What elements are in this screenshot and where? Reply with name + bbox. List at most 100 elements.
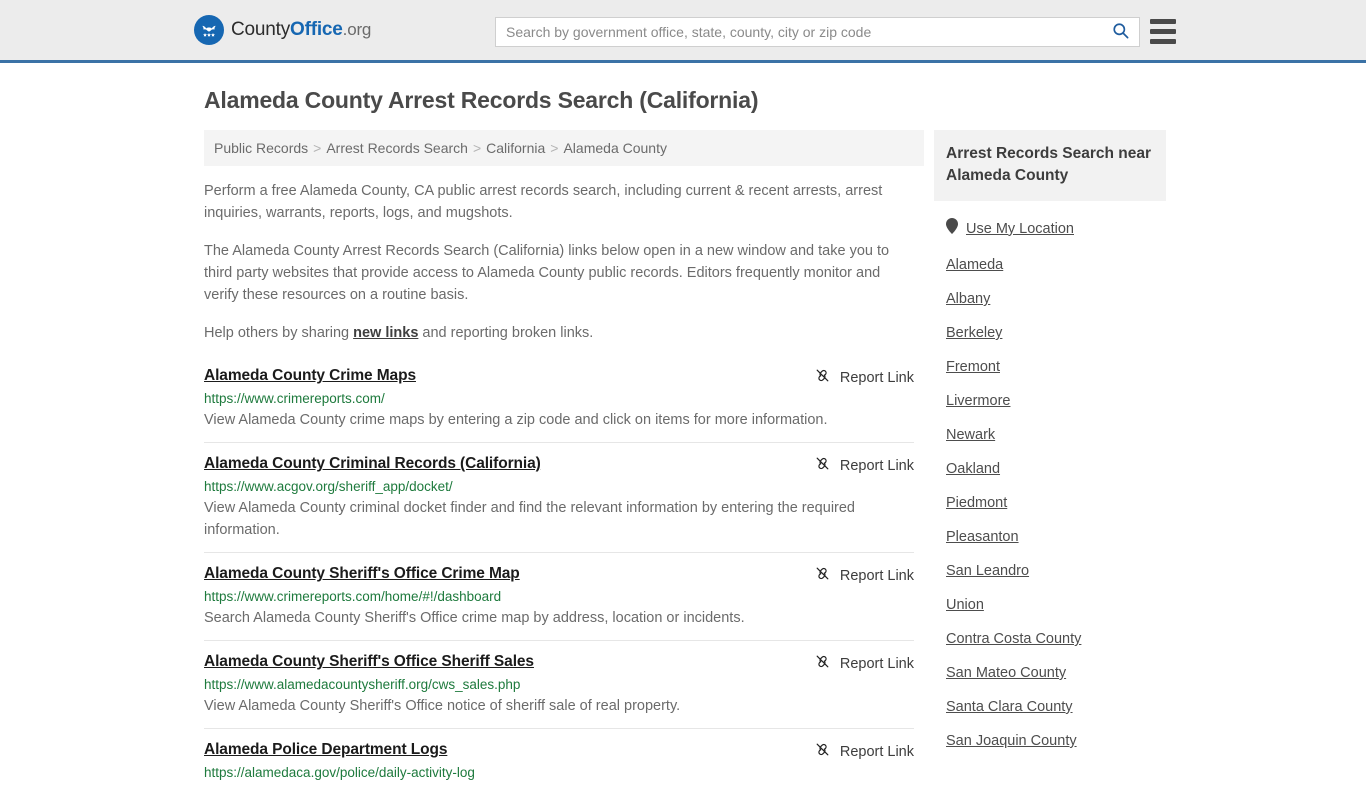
breadcrumb-item-1[interactable]: Public Records (214, 140, 308, 156)
sidebar-item-san-leandro[interactable]: San Leandro (934, 554, 1166, 588)
sidebar-item-albany[interactable]: Albany (934, 282, 1166, 316)
sidebar-item-berkeley[interactable]: Berkeley (934, 316, 1166, 350)
results-list: Alameda County Crime Maps Report Link http… (204, 360, 914, 791)
result-title-link[interactable]: Alameda Police Department Logs (204, 741, 447, 759)
breadcrumb-item-4[interactable]: Alameda County (563, 140, 667, 156)
broken-link-icon (814, 741, 831, 762)
report-link-label: Report Link (839, 567, 914, 584)
sidebar-item-alameda[interactable]: Alameda (934, 248, 1166, 282)
new-links-link[interactable]: new links (353, 325, 418, 341)
report-link-label: Report Link (839, 655, 914, 672)
result-item: Alameda County Sheriff's Office Sheriff … (204, 640, 914, 728)
result-url[interactable]: https://www.acgov.org/sheriff_app/docket… (204, 479, 914, 494)
result-item: Alameda County Criminal Records (Califor… (204, 442, 914, 552)
sidebar-item-union[interactable]: Union (934, 588, 1166, 622)
sidebar-item-label[interactable]: San Joaquin County (946, 733, 1077, 749)
intro-p3-after: and reporting broken links. (418, 325, 594, 341)
breadcrumb-separator: > (550, 140, 559, 156)
search-icon (1111, 21, 1130, 43)
use-my-location-row[interactable]: Use My Location (934, 209, 1166, 248)
result-title-link[interactable]: Alameda County Criminal Records (Califor… (204, 455, 541, 473)
result-description: View Alameda County criminal docket find… (204, 500, 855, 538)
intro-section: Perform a free Alameda County, CA public… (204, 180, 914, 344)
sidebar-item-label[interactable]: Newark (946, 427, 995, 443)
result-title-link[interactable]: Alameda County Sheriff's Office Crime Ma… (204, 565, 520, 583)
sidebar-item-label[interactable]: Fremont (946, 359, 1000, 375)
report-link-label: Report Link (839, 457, 914, 474)
result-url[interactable]: https://alamedaca.gov/police/daily-activ… (204, 765, 914, 780)
sidebar-item-san-joaquin-county[interactable]: San Joaquin County (934, 724, 1166, 758)
sidebar-item-santa-clara-county[interactable]: Santa Clara County (934, 690, 1166, 724)
use-my-location-link[interactable]: Use My Location (966, 221, 1074, 237)
report-link-button[interactable]: Report Link (814, 367, 914, 388)
result-url[interactable]: https://www.crimereports.com/ (204, 391, 914, 406)
breadcrumb-separator: > (472, 140, 482, 156)
intro-paragraph-2: The Alameda County Arrest Records Search… (204, 243, 890, 303)
sidebar-item-piedmont[interactable]: Piedmont (934, 486, 1166, 520)
broken-link-icon (814, 653, 831, 674)
broken-link-icon (814, 455, 831, 476)
sidebar-item-livermore[interactable]: Livermore (934, 384, 1166, 418)
sidebar-item-label[interactable]: Oakland (946, 461, 1000, 477)
report-link-label: Report Link (839, 369, 914, 386)
sidebar: Arrest Records Search near Alameda Count… (934, 130, 1166, 791)
brand-part-office: Office (290, 19, 343, 40)
sidebar-item-pleasanton[interactable]: Pleasanton (934, 520, 1166, 554)
result-url[interactable]: https://www.alamedacountysheriff.org/cws… (204, 677, 914, 692)
brand-part-tld: .org (342, 20, 372, 39)
sidebar-item-contra-costa-county[interactable]: Contra Costa County (934, 622, 1166, 656)
sidebar-item-label[interactable]: Livermore (946, 393, 1010, 409)
brand-wordmark: CountyOffice.org (231, 19, 371, 41)
sidebar-item-label[interactable]: Albany (946, 291, 990, 307)
sidebar-item-label[interactable]: Alameda (946, 257, 1003, 273)
result-url[interactable]: https://www.crimereports.com/home/#!/das… (204, 589, 914, 604)
hamburger-menu-icon[interactable] (1150, 19, 1176, 44)
intro-paragraph-1: Perform a free Alameda County, CA public… (204, 183, 883, 221)
map-pin-icon (946, 218, 958, 239)
result-description: View Alameda County crime maps by enteri… (204, 412, 828, 428)
report-link-button[interactable]: Report Link (814, 653, 914, 674)
sidebar-item-label[interactable]: Santa Clara County (946, 699, 1073, 715)
report-link-button[interactable]: Report Link (814, 565, 914, 586)
sidebar-item-label[interactable]: Berkeley (946, 325, 1002, 341)
sidebar-item-label[interactable]: Pleasanton (946, 529, 1019, 545)
eagle-stars-logo-icon (194, 15, 224, 45)
result-title-link[interactable]: Alameda County Crime Maps (204, 367, 416, 385)
sidebar-item-label[interactable]: San Mateo County (946, 665, 1066, 681)
search-button[interactable] (1101, 18, 1139, 46)
main-column: Public Records > Arrest Records Search > Cal… (194, 130, 924, 791)
report-link-button[interactable]: Report Link (814, 455, 914, 476)
sidebar-item-label[interactable]: Contra Costa County (946, 631, 1081, 647)
intro-paragraph-3: Help others by sharing new links and rep… (204, 322, 914, 344)
site-logo-link[interactable]: CountyOffice.org (194, 15, 371, 45)
sidebar-city-links: Alameda Albany Berkeley Fremont Livermore New… (934, 248, 1166, 758)
result-item: Alameda County Sheriff's Office Crime Ma… (204, 552, 914, 640)
content-columns: Public Records > Arrest Records Search > Cal… (194, 130, 1366, 791)
sidebar-item-label[interactable]: Piedmont (946, 495, 1007, 511)
sidebar-heading: Arrest Records Search near Alameda Count… (934, 130, 1166, 201)
sidebar-item-label[interactable]: San Leandro (946, 563, 1029, 579)
sidebar-item-oakland[interactable]: Oakland (934, 452, 1166, 486)
result-description: View Alameda County Sheriff's Office not… (204, 698, 681, 714)
breadcrumb-item-3[interactable]: California (486, 140, 545, 156)
intro-p3-before: Help others by sharing (204, 325, 354, 341)
search-bar (495, 17, 1140, 47)
broken-link-icon (814, 367, 831, 388)
site-header: CountyOffice.org (0, 0, 1366, 63)
sidebar-links: Use My Location Alameda Albany Berkeley Fre… (934, 209, 1166, 758)
sidebar-item-fremont[interactable]: Fremont (934, 350, 1166, 384)
breadcrumb-item-2[interactable]: Arrest Records Search (326, 140, 468, 156)
result-title-link[interactable]: Alameda County Sheriff's Office Sheriff … (204, 653, 534, 671)
report-link-button[interactable]: Report Link (814, 741, 914, 762)
report-link-label: Report Link (839, 743, 914, 760)
result-description: Search Alameda County Sheriff's Office c… (204, 610, 745, 626)
sidebar-item-newark[interactable]: Newark (934, 418, 1166, 452)
page-container: Alameda County Arrest Records Search (Ca… (0, 87, 1366, 791)
sidebar-item-san-mateo-county[interactable]: San Mateo County (934, 656, 1166, 690)
sidebar-item-label[interactable]: Union (946, 597, 984, 613)
broken-link-icon (814, 565, 831, 586)
search-input[interactable] (496, 18, 1101, 46)
page-title: Alameda County Arrest Records Search (Ca… (204, 87, 759, 113)
breadcrumb-separator: > (313, 140, 322, 156)
result-item: Alameda County Crime Maps Report Link http… (204, 360, 914, 442)
